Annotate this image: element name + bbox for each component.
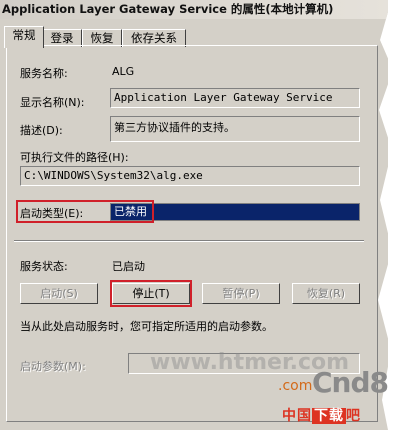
display-name-field[interactable]: Application Layer Gateway Service [110,88,360,108]
description-field[interactable]: 第三方协议插件的支持。 [110,116,360,142]
startup-type-select[interactable]: 已禁用 [110,203,360,221]
service-status-label: 服务状态: [20,260,68,273]
start-button[interactable]: 启动(S) [20,283,98,304]
exe-path-field[interactable]: C:\WINDOWS\System32\alg.exe [20,166,360,186]
logo-cn-1: 中国 [282,408,312,424]
startup-type-value: 已禁用 [114,205,147,218]
window-title: Application Layer Gateway Service 的属性(本地… [0,0,388,19]
logo-brand: Cnd8 [312,366,389,399]
display-name-label: 显示名称(N): [20,96,85,109]
stop-button[interactable]: 停止(T) [112,283,190,304]
logo-cn-3: 吧 [346,408,361,424]
startup-type-label: 启动类型(E): [20,207,84,220]
logo-dotcom: .com [278,378,313,394]
service-name-label: 服务名称: [20,67,68,80]
separator [14,240,364,242]
service-status-value: 已启动 [112,260,145,273]
resume-button[interactable]: 恢复(R) [292,283,360,304]
cn-download-logo: 中国 下载吧 [282,405,361,425]
description-label: 描述(D): [20,124,63,137]
tab-general[interactable]: 常规 [4,26,44,48]
logo-cn-2: 下载 [312,408,346,424]
exe-path-label: 可执行文件的路径(H): [20,151,129,164]
start-params-hint: 当从此处启动服务时，您可指定所适用的启动参数。 [20,320,273,333]
pause-button[interactable]: 暂停(P) [202,283,280,304]
service-name-value: ALG [112,65,135,78]
start-params-label: 启动参数(M): [20,360,86,373]
